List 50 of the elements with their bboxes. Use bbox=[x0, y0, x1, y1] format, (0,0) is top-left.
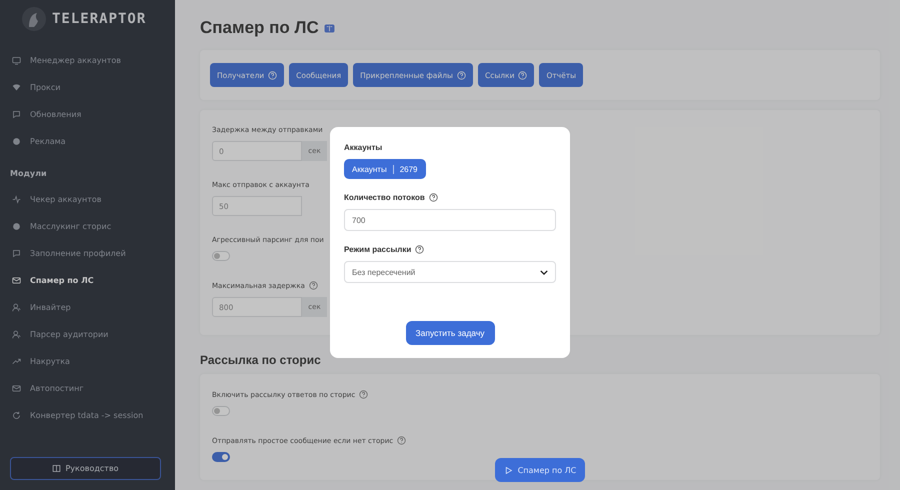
monitor-icon bbox=[12, 56, 21, 65]
section-title: Рассылка по сторис bbox=[200, 353, 321, 367]
help-icon[interactable] bbox=[428, 193, 438, 202]
toggle-switch[interactable] bbox=[212, 452, 230, 462]
circle-icon bbox=[12, 137, 21, 146]
page-title: Спамер по ЛС bbox=[200, 18, 319, 38]
guide-button[interactable]: Руководство bbox=[10, 457, 161, 480]
field-label: Режим рассылки bbox=[344, 245, 412, 254]
book-icon[interactable] bbox=[324, 24, 335, 32]
play-icon bbox=[504, 466, 513, 474]
sidebar-item[interactable]: Инвайтер bbox=[0, 294, 175, 321]
sidebar-item[interactable]: Обновления bbox=[0, 101, 175, 128]
logo-icon bbox=[22, 7, 46, 31]
help-icon[interactable] bbox=[415, 245, 424, 254]
mail-icon bbox=[12, 276, 21, 285]
select-field[interactable]: Без пересечений bbox=[344, 261, 556, 283]
start-task-button[interactable]: Запустить задачу bbox=[406, 321, 494, 345]
sidebar-item[interactable]: Спамер по ЛС bbox=[0, 267, 175, 294]
input-field[interactable]: 700 bbox=[344, 209, 556, 231]
sidebar-item[interactable]: Парсер аудитории bbox=[0, 321, 175, 348]
chat-icon bbox=[12, 110, 21, 119]
book-icon bbox=[52, 464, 62, 473]
sidebar-item[interactable]: Накрутка bbox=[0, 348, 175, 375]
sidebar-item[interactable]: Автопостинг bbox=[0, 375, 175, 402]
sidebar-item[interactable]: Менеджер аккаунтов bbox=[0, 47, 175, 74]
chevron-down-icon bbox=[540, 270, 548, 274]
sidebar-item[interactable]: Масслукинг сторис bbox=[0, 213, 175, 240]
app-logo: TELERAPTOR bbox=[52, 11, 146, 27]
help-icon[interactable] bbox=[359, 390, 368, 399]
accounts-button[interactable]: Аккаунты 2679 bbox=[344, 159, 426, 179]
user-icon bbox=[12, 303, 21, 312]
spammer-button[interactable]: Спамер по ЛС bbox=[495, 458, 585, 482]
sidebar-item[interactable]: Реклама bbox=[0, 128, 175, 155]
wifi-icon bbox=[12, 83, 21, 92]
sidebar-item[interactable]: Конвертер tdata -> session bbox=[0, 402, 175, 429]
pulse-icon bbox=[12, 195, 21, 204]
sidebar-item[interactable]: Заполнение профилей bbox=[0, 240, 175, 267]
user-icon bbox=[12, 330, 21, 339]
refresh-icon bbox=[12, 411, 21, 420]
help-icon[interactable] bbox=[308, 281, 318, 290]
field-label: Количество потоков bbox=[344, 193, 425, 202]
field-label: Аккаунты bbox=[344, 143, 384, 152]
section-heading: Модули bbox=[9, 168, 48, 180]
sidebar-item[interactable]: Чекер аккаунтов bbox=[0, 186, 175, 213]
sidebar-item[interactable]: Прокси bbox=[0, 74, 175, 101]
mail-icon bbox=[12, 384, 21, 393]
chat-icon bbox=[12, 249, 21, 258]
help-icon[interactable] bbox=[397, 436, 406, 445]
trend-icon bbox=[12, 357, 21, 366]
circle-icon bbox=[12, 222, 21, 231]
